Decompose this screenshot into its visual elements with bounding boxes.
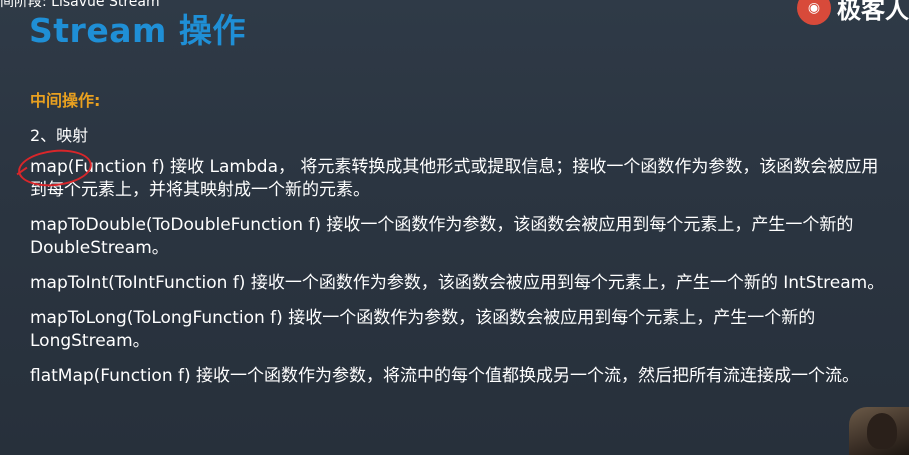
- logo-icon: ◉: [797, 0, 831, 25]
- section-label: 中间操作:: [30, 91, 101, 110]
- page-title: Stream 操作: [29, 11, 246, 50]
- operation-map-to-double: mapToDouble(ToDoubleFunction f) 接收一个函数作为…: [30, 215, 854, 258]
- operations-list: map(Function f) 接收 Lambda， 将元素转换成其他形式或提取…: [30, 156, 890, 400]
- speaker-video-thumbnail: [849, 407, 909, 455]
- operation-map: map(Function f) 接收 Lambda， 将元素转换成其他形式或提取…: [30, 157, 879, 200]
- logo-text: 极客人: [837, 0, 909, 24]
- brand-logo: ◉ 极客人: [797, 0, 909, 25]
- operation-map-to-int: mapToInt(ToIntFunction f) 接收一个函数作为参数，该函数…: [30, 273, 885, 293]
- sub-heading: 2、映射: [30, 126, 89, 145]
- operation-flat-map: flatMap(Function f) 接收一个函数作为参数，将流中的每个值都换…: [30, 366, 860, 386]
- speaker-silhouette: [867, 413, 897, 449]
- operation-map-to-long: mapToLong(ToLongFunction f) 接收一个函数作为参数，该…: [30, 308, 816, 351]
